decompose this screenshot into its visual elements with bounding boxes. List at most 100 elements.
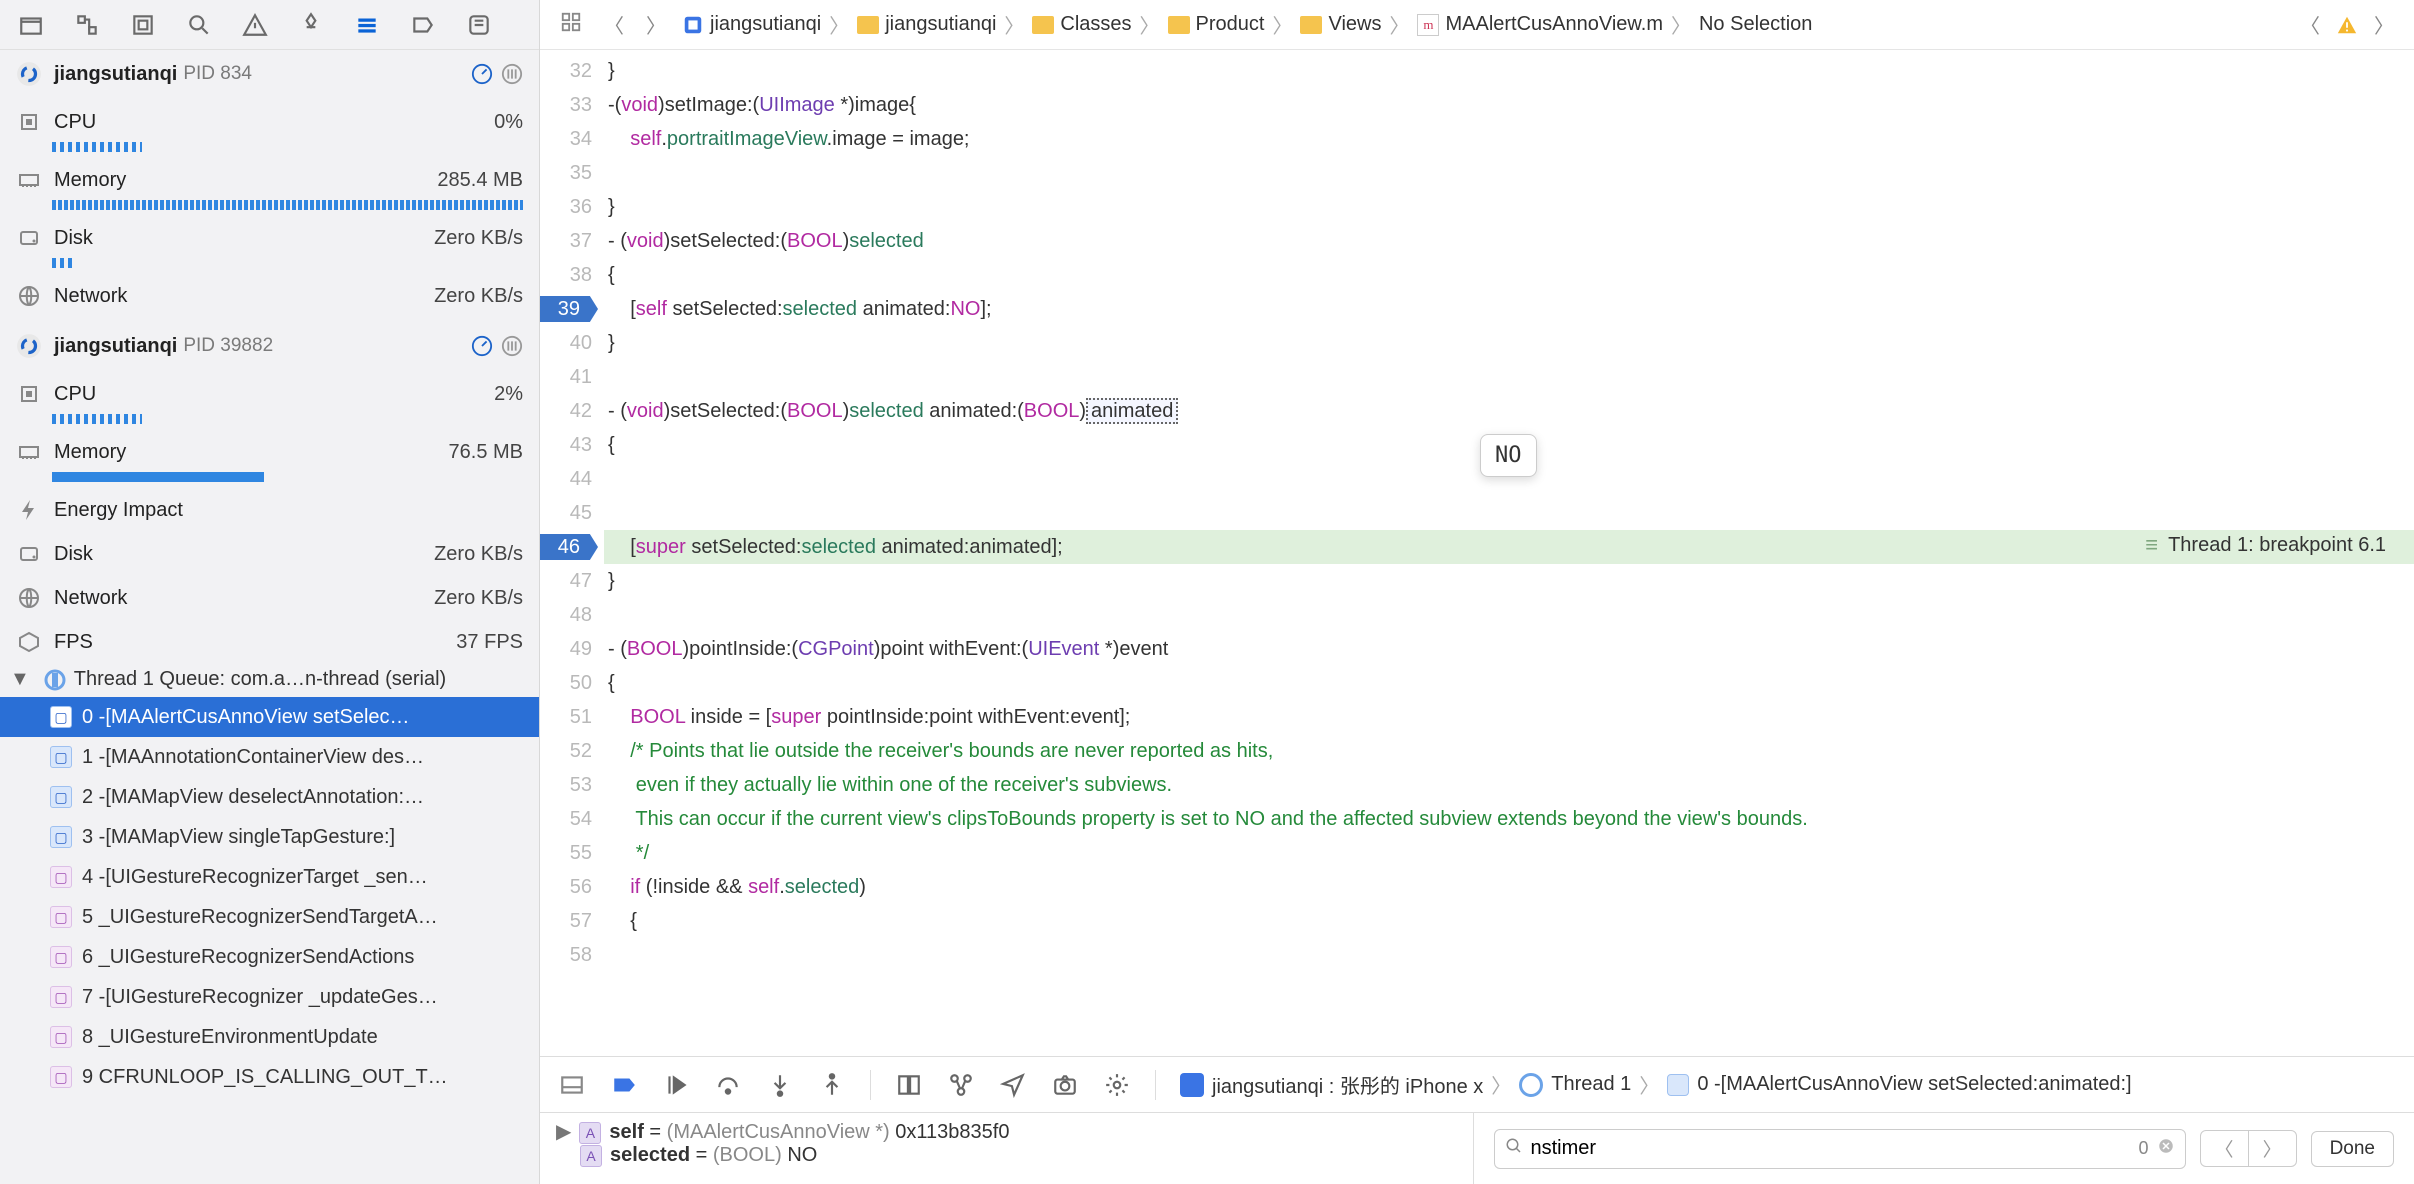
frame-icon: ▢ (50, 986, 72, 1008)
continue-icon[interactable] (662, 1071, 690, 1099)
frame-icon: ▢ (50, 1066, 72, 1088)
clear-icon[interactable] (2157, 1137, 2175, 1161)
stack-frame[interactable]: ▢0 -[MAAlertCusAnnoView setSelec… (0, 697, 539, 737)
app-icon (16, 61, 42, 87)
debug-tab-icon[interactable] (354, 12, 380, 38)
var-name: self (609, 1121, 643, 1143)
gauge-icon[interactable] (471, 335, 493, 357)
stack-frame[interactable]: ▢1 -[MAAnnotationContainerView des… (0, 737, 539, 777)
breadcrumb-item[interactable]: Product (1168, 13, 1265, 36)
fps-icon (16, 629, 42, 655)
process-row[interactable]: jiangsutianqi PID 39882 (0, 322, 539, 370)
location-icon[interactable] (999, 1071, 1027, 1099)
network-metric[interactable]: NetworkZero KB/s (0, 272, 539, 316)
search-tab-icon[interactable] (186, 12, 212, 38)
settings-icon[interactable] (1103, 1071, 1131, 1099)
fps-metric[interactable]: FPS37 FPS (0, 618, 539, 662)
frame-icon: ▢ (50, 1026, 72, 1048)
folder-tab-icon[interactable] (18, 12, 44, 38)
gutter[interactable]: 3233343536373839404142434445464748495051… (540, 50, 604, 1056)
breadcrumb-tail[interactable]: No Selection (1699, 13, 1812, 36)
memory-icon (16, 439, 42, 465)
jump-bar: 〈 〉 jiangsutianqi〉jiangsutianqi〉Classes〉… (540, 0, 2414, 50)
thread-chip-icon (1519, 1073, 1543, 1097)
columns-icon[interactable] (501, 63, 523, 85)
related-items-icon[interactable] (554, 11, 588, 39)
breadcrumb-item[interactable]: Views (1300, 13, 1381, 36)
console-search[interactable]: 0 (1494, 1129, 2186, 1169)
done-button[interactable]: Done (2311, 1131, 2394, 1167)
breakpoints-tab-icon[interactable] (410, 12, 436, 38)
m-file-icon: m (1417, 14, 1439, 36)
console-search-input[interactable] (1531, 1137, 2139, 1160)
breadcrumb-file[interactable]: mMAAlertCusAnnoView.m (1417, 13, 1663, 36)
variables-view[interactable]: ▶Aself = (MAAlertCusAnnoView *) 0x113b83… (540, 1113, 1473, 1184)
value-tooltip: NO (1480, 434, 1537, 477)
disk-icon (16, 541, 42, 567)
reports-tab-icon[interactable] (466, 12, 492, 38)
nav-back-icon[interactable]: 〈 (598, 10, 630, 39)
nav-forward2-icon[interactable]: 〉 (2368, 10, 2400, 39)
columns-icon[interactable] (501, 335, 523, 357)
disk-metric[interactable]: DiskZero KB/s (0, 214, 539, 258)
breadcrumb-item[interactable]: jiangsutianqi (857, 13, 996, 36)
gauge-icon[interactable] (471, 63, 493, 85)
breadcrumb-item[interactable]: Classes (1032, 13, 1131, 36)
debug-path[interactable]: jiangsutianqi : 张彤的 iPhone x 〉 Thread 1 … (1180, 1070, 2132, 1099)
stack-frame[interactable]: ▢5 _UIGestureRecognizerSendTargetA… (0, 897, 539, 937)
disclosure-triangle-icon[interactable]: ▼ (10, 668, 30, 691)
search-next-icon[interactable]: 〉 (2248, 1131, 2296, 1166)
energy-metric[interactable]: Energy Impact (0, 486, 539, 530)
code-editor[interactable]: 3233343536373839404142434445464748495051… (540, 50, 2414, 1056)
app-icon (16, 333, 42, 359)
memory-graph-icon[interactable] (947, 1071, 975, 1099)
stack-frame[interactable]: ▢8 _UIGestureEnvironmentUpdate (0, 1017, 539, 1057)
thread-badge[interactable]: ≡ Thread 1: breakpoint 6.1 (2135, 530, 2396, 560)
process-row[interactable]: jiangsutianqi PID 834 (0, 50, 539, 98)
var-kind-icon: A (580, 1145, 602, 1167)
memory-metric[interactable]: Memory285.4 MB (0, 156, 539, 200)
process-name: jiangsutianqi (54, 335, 177, 358)
search-prev-icon[interactable]: 〈 (2201, 1131, 2248, 1166)
view-debug-icon[interactable] (895, 1071, 923, 1099)
debug-navigator-sidebar: jiangsutianqi PID 834 CPU0% Memory285.4 … (0, 0, 540, 1184)
hide-debug-icon[interactable] (558, 1071, 586, 1099)
cpu-metric[interactable]: CPU2% (0, 370, 539, 414)
nav-back2-icon[interactable]: 〈 (2294, 10, 2326, 39)
breadcrumb-item[interactable]: jiangsutianqi (682, 13, 821, 36)
stack-frame[interactable]: ▢7 -[UIGestureRecognizer _updateGes… (0, 977, 539, 1017)
frame-icon: ▢ (50, 866, 72, 888)
issues-tab-icon[interactable] (242, 12, 268, 38)
debug-process: jiangsutianqi : 张彤的 iPhone x (1212, 1070, 1483, 1099)
frame-icon: ▢ (50, 706, 72, 728)
debug-toolbar: jiangsutianqi : 张彤的 iPhone x 〉 Thread 1 … (540, 1056, 2414, 1112)
screenshot-icon[interactable] (1051, 1071, 1079, 1099)
thread-stack: ▼ Thread 1 Queue: com.a…n-thread (serial… (0, 662, 539, 1184)
stack-frame[interactable]: ▢6 _UIGestureRecognizerSendActions (0, 937, 539, 977)
memory-spark (52, 200, 523, 210)
stack-frame[interactable]: ▢3 -[MAMapView singleTapGesture:] (0, 817, 539, 857)
tests-tab-icon[interactable] (298, 12, 324, 38)
step-into-icon[interactable] (766, 1071, 794, 1099)
cpu-metric[interactable]: CPU0% (0, 98, 539, 142)
thread-header[interactable]: ▼ Thread 1 Queue: com.a…n-thread (serial… (0, 662, 539, 697)
process-pid: PID 834 (183, 63, 252, 85)
nav-forward-icon[interactable]: 〉 (640, 10, 672, 39)
stack-frame[interactable]: ▢9 CFRUNLOOP_IS_CALLING_OUT_T… (0, 1057, 539, 1097)
disk-metric[interactable]: DiskZero KB/s (0, 530, 539, 574)
stack-frame[interactable]: ▢2 -[MAMapView deselectAnnotation:… (0, 777, 539, 817)
variables-console: ▶Aself = (MAAlertCusAnnoView *) 0x113b83… (540, 1112, 2414, 1184)
source-control-tab-icon[interactable] (74, 12, 100, 38)
symbols-tab-icon[interactable] (130, 12, 156, 38)
step-over-icon[interactable] (714, 1071, 742, 1099)
process-pid: PID 39882 (183, 335, 273, 357)
frame-icon: ▢ (50, 746, 72, 768)
step-out-icon[interactable] (818, 1071, 846, 1099)
network-metric[interactable]: NetworkZero KB/s (0, 574, 539, 618)
breakpoints-toggle-icon[interactable] (610, 1071, 638, 1099)
frame-icon: ▢ (50, 906, 72, 928)
stack-frame[interactable]: ▢4 -[UIGestureRecognizerTarget _sen… (0, 857, 539, 897)
disclosure-icon[interactable]: ▶ (556, 1121, 571, 1143)
memory-metric[interactable]: Memory76.5 MB (0, 428, 539, 472)
warning-icon[interactable] (2336, 14, 2358, 36)
